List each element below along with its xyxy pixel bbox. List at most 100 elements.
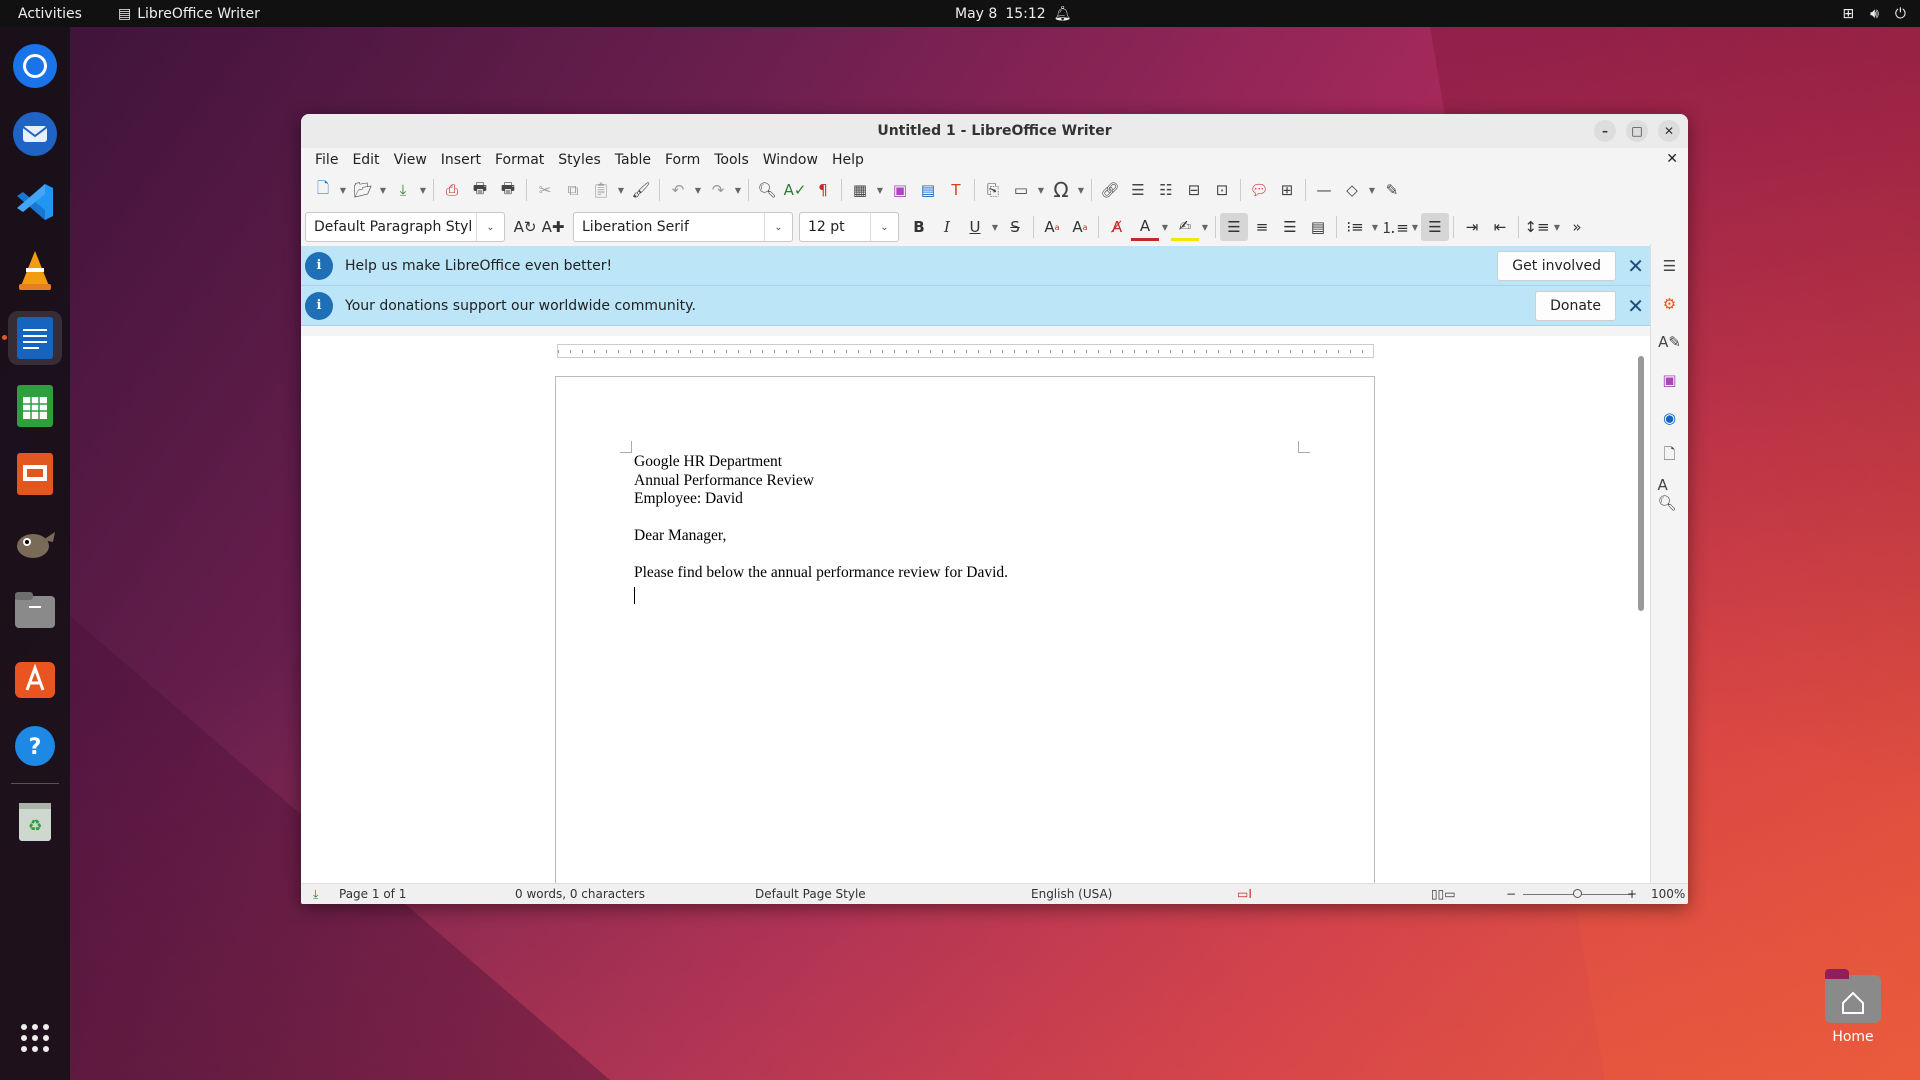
- menu-table[interactable]: Table: [608, 152, 658, 168]
- menu-view[interactable]: View: [387, 152, 434, 168]
- menu-styles[interactable]: Styles: [551, 152, 607, 168]
- table-dropdown-icon[interactable]: ▼: [874, 176, 886, 204]
- track-changes-icon[interactable]: ⊞: [1273, 176, 1301, 204]
- document-page[interactable]: Google HR Department Annual Performance …: [555, 376, 1375, 883]
- numbering-icon[interactable]: ⒈≡: [1381, 213, 1409, 241]
- menu-window[interactable]: Window: [756, 152, 825, 168]
- italic-icon[interactable]: I: [933, 213, 961, 241]
- hyperlink-icon[interactable]: 🔗︎: [1096, 176, 1124, 204]
- vertical-scrollbar[interactable]: [1638, 356, 1644, 611]
- undo-icon[interactable]: ↶: [664, 176, 692, 204]
- dock-files[interactable]: [8, 583, 62, 637]
- dock-app-center[interactable]: [8, 651, 62, 705]
- outline-icon[interactable]: ☰: [1421, 213, 1449, 241]
- dock-thunderbird[interactable]: [8, 107, 62, 161]
- new-style-icon[interactable]: A✚: [539, 213, 567, 241]
- chevron-down-icon[interactable]: ⌄: [764, 213, 792, 241]
- dock-trash[interactable]: ♻: [8, 794, 62, 848]
- sidebar-menu-icon[interactable]: ☰: [1658, 254, 1682, 278]
- chevron-down-icon[interactable]: ⌄: [870, 213, 898, 241]
- page-break-icon[interactable]: ⎘: [979, 176, 1007, 204]
- page-icon[interactable]: 🗋: [1658, 444, 1682, 468]
- more-options-icon[interactable]: »: [1563, 213, 1591, 241]
- insert-mode-icon[interactable]: ▭I: [1237, 887, 1252, 901]
- donate-button[interactable]: Donate: [1535, 290, 1616, 321]
- decrease-indent-icon[interactable]: ⇤: [1486, 213, 1514, 241]
- menu-insert[interactable]: Insert: [434, 152, 488, 168]
- insert-field-icon[interactable]: ▭: [1007, 176, 1035, 204]
- bullets-dropdown-icon[interactable]: ▼: [1369, 213, 1381, 241]
- new-dropdown-icon[interactable]: ▼: [337, 176, 349, 204]
- view-layout-icon[interactable]: ▯▯▭: [1431, 887, 1456, 901]
- font-color-icon[interactable]: A: [1131, 213, 1159, 241]
- menu-file[interactable]: File: [308, 152, 345, 168]
- zoom-out-icon[interactable]: −: [1506, 887, 1516, 901]
- menu-help[interactable]: Help: [825, 152, 871, 168]
- draw-icon[interactable]: ✎: [1378, 176, 1406, 204]
- dock-help[interactable]: ?: [8, 719, 62, 773]
- close-button[interactable]: ✕: [1658, 120, 1680, 142]
- numbering-dropdown-icon[interactable]: ▼: [1409, 213, 1421, 241]
- dock-vscode[interactable]: [8, 175, 62, 229]
- chevron-down-icon[interactable]: ⌄: [476, 213, 504, 241]
- find-replace-icon[interactable]: 🔍︎: [753, 176, 781, 204]
- field-dropdown-icon[interactable]: ▼: [1035, 176, 1047, 204]
- print-icon[interactable]: 🖶︎: [466, 176, 494, 204]
- strikethrough-icon[interactable]: S: [1001, 213, 1029, 241]
- formatting-marks-icon[interactable]: ¶: [809, 176, 837, 204]
- font-name-combo[interactable]: Liberation Serif ⌄: [573, 212, 793, 242]
- align-center-icon[interactable]: ≡: [1248, 213, 1276, 241]
- close-infobar-icon[interactable]: ✕: [1627, 294, 1644, 318]
- insert-line-icon[interactable]: —: [1310, 176, 1338, 204]
- undo-dropdown-icon[interactable]: ▼: [692, 176, 704, 204]
- menu-form[interactable]: Form: [658, 152, 707, 168]
- minimize-button[interactable]: –: [1594, 120, 1616, 142]
- superscript-icon[interactable]: Aa: [1038, 213, 1066, 241]
- highlight-icon[interactable]: ✍: [1171, 213, 1199, 241]
- close-infobar-icon[interactable]: ✕: [1627, 254, 1644, 278]
- spacing-dropdown-icon[interactable]: ▼: [1551, 213, 1563, 241]
- dock-calc[interactable]: [8, 379, 62, 433]
- cross-reference-icon[interactable]: ⊡: [1208, 176, 1236, 204]
- zoom-slider-knob[interactable]: [1573, 889, 1582, 898]
- document-text[interactable]: Google HR Department Annual Performance …: [634, 453, 1008, 605]
- menu-edit[interactable]: Edit: [345, 152, 386, 168]
- maximize-button[interactable]: □: [1626, 120, 1648, 142]
- highlight-dropdown-icon[interactable]: ▼: [1199, 213, 1211, 241]
- underline-icon[interactable]: U: [961, 213, 989, 241]
- print-preview-icon[interactable]: 🖶︎: [494, 176, 522, 204]
- insert-textbox-icon[interactable]: T: [942, 176, 970, 204]
- endnote-icon[interactable]: ☷: [1152, 176, 1180, 204]
- bold-icon[interactable]: B: [905, 213, 933, 241]
- redo-dropdown-icon[interactable]: ▼: [732, 176, 744, 204]
- close-document-icon[interactable]: ✕: [1666, 151, 1678, 167]
- spelling-icon[interactable]: A✓: [781, 176, 809, 204]
- get-involved-button[interactable]: Get involved: [1497, 250, 1616, 281]
- new-document-icon[interactable]: 🗋: [309, 176, 337, 204]
- paragraph-style-combo[interactable]: Default Paragraph Styl ⌄: [305, 212, 505, 242]
- update-style-icon[interactable]: A↻: [511, 213, 539, 241]
- menu-format[interactable]: Format: [488, 152, 551, 168]
- activities-button[interactable]: Activities: [0, 6, 110, 22]
- insert-image-icon[interactable]: ▣: [886, 176, 914, 204]
- horizontal-ruler[interactable]: [557, 344, 1374, 358]
- dock-gimp[interactable]: [8, 515, 62, 569]
- clone-formatting-icon[interactable]: 🖌︎: [627, 176, 655, 204]
- word-count[interactable]: 0 words, 0 characters: [515, 887, 645, 901]
- save-dropdown-icon[interactable]: ▼: [417, 176, 429, 204]
- save-icon[interactable]: ⤓: [389, 176, 417, 204]
- justify-icon[interactable]: ▤: [1304, 213, 1332, 241]
- title-bar[interactable]: Untitled 1 - LibreOffice Writer – □ ✕: [301, 114, 1688, 148]
- special-char-dropdown-icon[interactable]: ▼: [1075, 176, 1087, 204]
- underline-dropdown-icon[interactable]: ▼: [989, 213, 1001, 241]
- navigator-icon[interactable]: ◉: [1658, 406, 1682, 430]
- align-right-icon[interactable]: ☰: [1276, 213, 1304, 241]
- language[interactable]: English (USA): [1031, 887, 1112, 901]
- increase-indent-icon[interactable]: ⇥: [1458, 213, 1486, 241]
- subscript-icon[interactable]: Aa: [1066, 213, 1094, 241]
- clear-formatting-icon[interactable]: A̸: [1103, 213, 1131, 241]
- copy-icon[interactable]: ⧉: [559, 176, 587, 204]
- insert-table-icon[interactable]: ▦: [846, 176, 874, 204]
- open-icon[interactable]: 📂︎: [349, 176, 377, 204]
- line-spacing-icon[interactable]: ↕≡: [1523, 213, 1551, 241]
